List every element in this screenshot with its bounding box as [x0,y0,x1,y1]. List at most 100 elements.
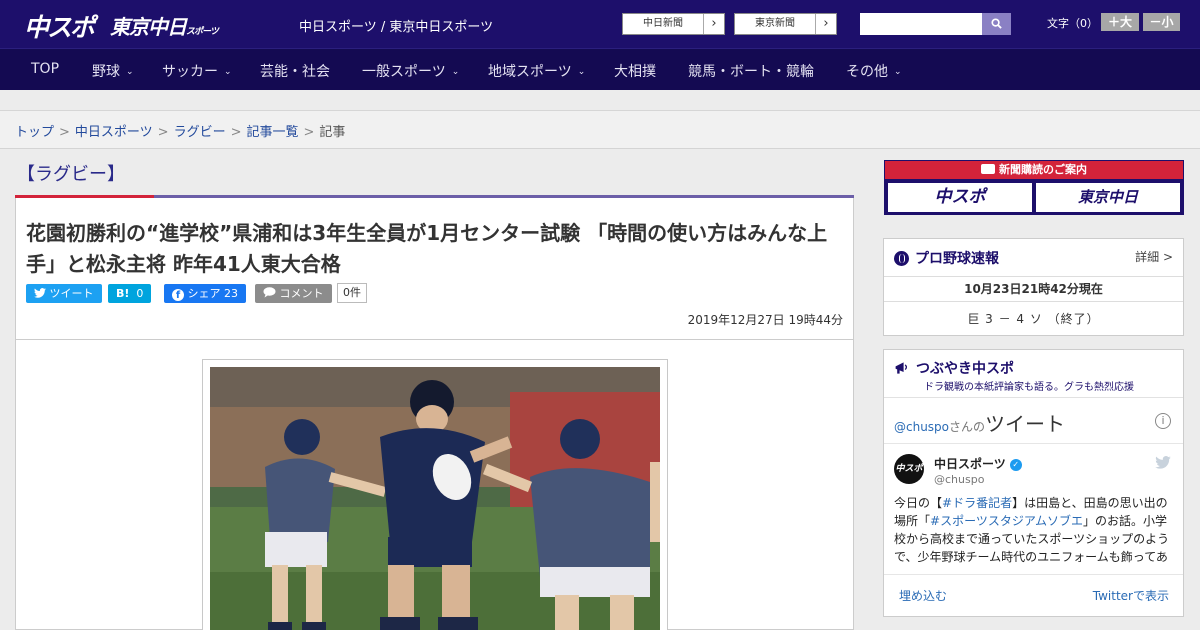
ext-link-label: 中日新聞 [623,14,704,34]
tokyo-shimbun-link[interactable]: 東京新聞 › [734,13,837,35]
nav-general-sports[interactable]: 一般スポーツ ⌄ [362,61,459,81]
nav-label: 競馬・ボート・競輪 [688,64,814,80]
breadcrumb-chunichi-sports[interactable]: 中日スポーツ [75,125,153,140]
hatena-bookmark-button[interactable]: B! 0 [108,284,152,303]
timeline-handle-suffix: さんの [949,420,986,434]
subscription-ad[interactable]: 新聞購読のご案内 中スポ 東京中日 [884,160,1184,215]
info-icon[interactable]: i [1155,413,1171,429]
twitter-bird-icon[interactable] [1155,456,1171,473]
comment-button[interactable]: コメント [255,284,332,303]
nav-label: サッカー [162,64,218,80]
breadcrumb-separator: > [157,125,169,140]
chunichi-shimbun-link[interactable]: 中日新聞 › [622,13,725,35]
chevron-down-icon: ⌄ [451,67,460,77]
breadcrumb-bar: トップ > 中日スポーツ > ラグビー > 記事一覧 > 記事 [0,111,1200,149]
embed-link[interactable]: 埋め込む [899,587,947,604]
tweet-text: 今日の【#ドラ番記者】は田島と、田島の思い出の場所「#スポーツスタジアムソブエ」… [894,494,1174,566]
breadcrumb-article-list[interactable]: 記事一覧 [247,125,299,140]
font-larger-button[interactable]: ＋大 [1101,13,1139,31]
twitter-widget-title-text: つぶやき中スポ [916,361,1014,377]
baseball-score[interactable]: 巨 3 － 4 ソ （終了） [884,310,1183,327]
breadcrumb: トップ > 中日スポーツ > ラグビー > 記事一覧 > 記事 [15,121,345,140]
rugby-photo [210,367,660,630]
chuspo-logo[interactable]: 中スポ [24,8,95,44]
twitter-widget-subtitle: ドラ観戦の本紙評論家も語る。グラも熱烈応援 [924,382,1134,393]
nav-baseball[interactable]: 野球 ⌄ [92,61,134,81]
breadcrumb-separator: > [303,125,315,140]
subscription-logo-tokyo[interactable]: 東京中日 [1036,183,1180,212]
nav-label: 野球 [92,64,120,80]
nav-label: その他 [846,64,888,80]
breadcrumb-separator: > [230,125,242,140]
verified-icon: ✓ [1009,458,1022,471]
nav-label: TOP [31,61,60,77]
tokyo-logo-small: スポーツ [186,27,219,37]
hashtag-link[interactable]: #ドラ番記者 [942,496,1012,510]
chevron-down-icon: ⌄ [894,67,902,77]
divider [884,276,1183,277]
font-size-label: 文字（0） [1047,17,1098,30]
tweet-author-username[interactable]: @chuspo [934,473,984,486]
chevron-down-icon: ⌄ [577,67,586,77]
twitter-widget: つぶやき中スポ ドラ観戦の本紙評論家も語る。グラも熱烈応援 @chuspoさんの… [883,349,1184,617]
tweet-button[interactable]: ツイート [26,284,102,303]
twitter-icon [34,288,46,298]
hatena-icon: B! [116,287,130,300]
timeline-handle[interactable]: @chuspo [894,420,949,434]
article-headline: 花園初勝利の“進学校”県浦和は3年生全員が1月センター試験 「時間の使い方はみん… [26,221,828,276]
nav-regional-sports[interactable]: 地域スポーツ ⌄ [488,61,585,81]
embedded-timeline: @chuspoさんのツイート i 中スポ 中日スポーツ ✓ @chuspo 今日の… [884,397,1183,616]
article-header: 花園初勝利の“進学校”県浦和は3年生全員が1月センター試験 「時間の使い方はみん… [15,198,854,340]
breadcrumb-separator: > [59,125,70,140]
main-nav: TOP 野球 ⌄ サッカー ⌄ 芸能・社会 一般スポーツ ⌄ 地域スポーツ ⌄ 大相撲 … [0,48,1200,90]
hashtag-link[interactable]: #スポーツスタジアムソブエ [930,514,1083,528]
view-on-twitter-link[interactable]: Twitterで表示 [1093,587,1169,604]
hatena-count: 0 [136,287,144,300]
nav-keiba[interactable]: 競馬・ボート・競輪 [688,61,814,81]
timeline-heading: ツイート [985,412,1066,436]
search-input[interactable] [860,13,982,35]
breadcrumb-top[interactable]: トップ [15,125,54,140]
tweet-author-name[interactable]: 中日スポーツ ✓ [934,455,1022,472]
site-title: 中日スポーツ / 東京中日スポーツ [299,20,494,35]
tweet-label: ツイート [49,287,94,300]
divider [884,574,1183,575]
nav-sumo[interactable]: 大相撲 [614,61,656,81]
nav-other[interactable]: その他 ⌄ [846,61,902,81]
chevron-right-icon: › [823,16,829,31]
font-smaller-button[interactable]: －小 [1143,13,1180,31]
nav-label: 地域スポーツ [488,64,572,80]
facebook-share-label: シェア 23 [187,287,239,300]
category-title: 【ラグビー】 [17,164,125,185]
subscription-logo-chuspo[interactable]: 中スポ [888,183,1032,212]
article-body [15,340,854,630]
nav-top[interactable]: TOP [31,61,59,77]
comment-icon [263,287,276,298]
nav-label: 一般スポーツ [362,64,446,80]
twitter-widget-title: つぶやき中スポ [894,358,1014,378]
tweet-text-part: 今日の【 [894,496,943,510]
tokyo-chunichi-logo[interactable]: 東京中日スポーツ [110,11,219,40]
ad-strip [0,90,1200,111]
comment-label: コメント [279,287,324,300]
nav-entertainment[interactable]: 芸能・社会 [260,61,330,81]
baseball-icon [894,250,909,266]
ext-link-label: 東京新聞 [735,14,816,34]
nav-label: 芸能・社会 [260,64,330,80]
search-icon [991,18,1002,29]
divider [884,443,1183,444]
nav-soccer[interactable]: サッカー ⌄ [162,61,232,81]
megaphone-icon [895,362,908,374]
newspaper-icon [981,164,995,174]
tokyo-logo-text: 東京中日 [110,15,187,39]
avatar[interactable]: 中スポ [894,454,924,484]
breadcrumb-rugby[interactable]: ラグビー [174,125,226,140]
search-button[interactable] [982,13,1011,35]
baseball-widget-title: プロ野球速報 [894,248,999,268]
chevron-down-icon: ⌄ [224,67,232,77]
article-photo[interactable] [202,359,668,630]
baseball-detail-link[interactable]: 詳細 > [1135,248,1173,265]
facebook-share-button[interactable]: f シェア 23 [164,284,246,303]
tweet-author-name-text: 中日スポーツ [934,457,1006,471]
baseball-widget-title-text: プロ野球速報 [915,251,999,267]
